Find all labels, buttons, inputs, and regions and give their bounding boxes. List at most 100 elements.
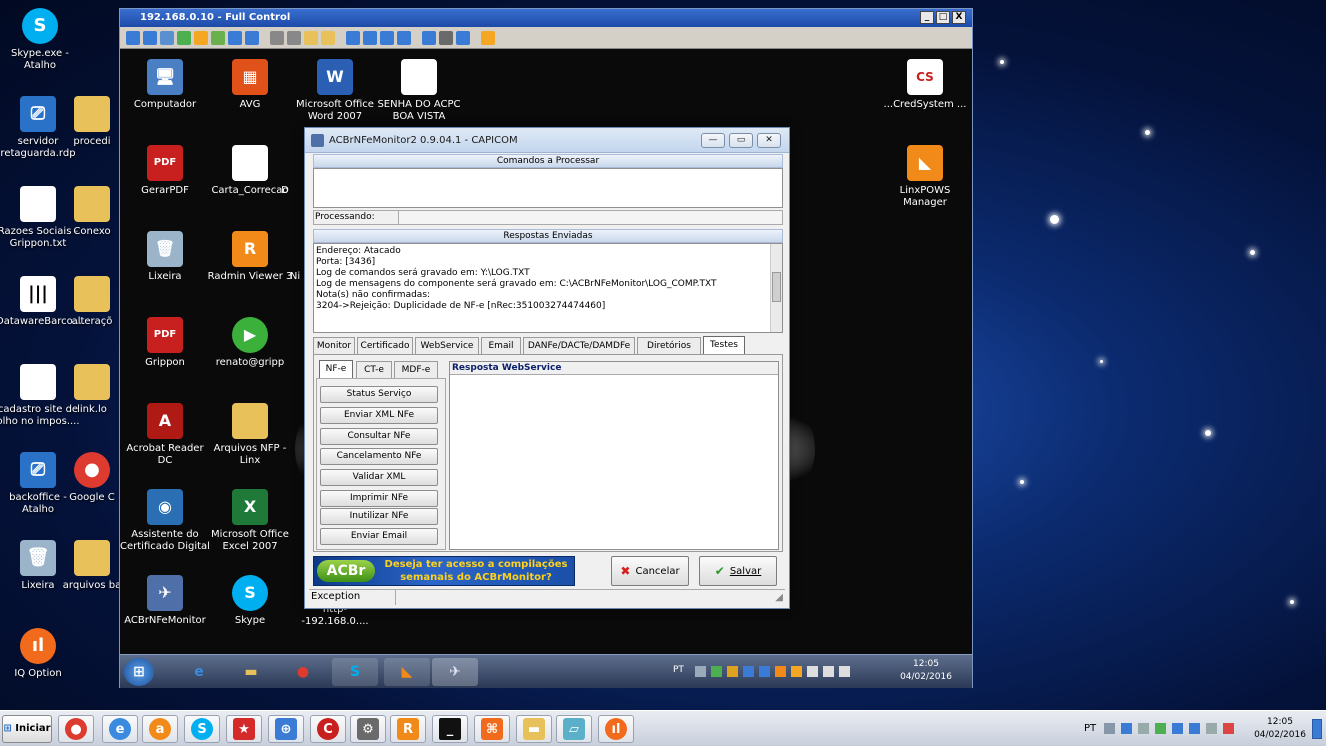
remote-icon-computador[interactable]: 🖥 Computador bbox=[120, 59, 210, 111]
color-icon[interactable] bbox=[380, 30, 394, 45]
monitor-icon[interactable] bbox=[1121, 723, 1132, 734]
acbr-close-button[interactable]: ✕ bbox=[757, 133, 781, 148]
desktop-icon-skype[interactable]: S Skype.exe - Atalho bbox=[0, 8, 82, 72]
remote-icon-arquivos-nfp[interactable]: Arquivos NFP - Linx bbox=[205, 403, 295, 467]
shield-icon[interactable] bbox=[711, 666, 722, 677]
remote-icon-excel[interactable]: X Microsoft Office Excel 2007 bbox=[205, 489, 295, 553]
inutilizar-button[interactable]: Inutilizar NFe bbox=[320, 508, 438, 525]
skype-icon[interactable]: S bbox=[332, 658, 378, 686]
taskbar-app-network[interactable]: ⊕ bbox=[268, 715, 304, 743]
show-desktop-button[interactable] bbox=[1312, 719, 1322, 739]
start-button[interactable]: ⊞ Iniciar bbox=[2, 715, 52, 743]
taskbar-chrome[interactable]: ● bbox=[58, 715, 94, 743]
enviar-xml-button[interactable]: Enviar XML NFe bbox=[320, 407, 438, 424]
flag-icon[interactable] bbox=[1138, 723, 1149, 734]
screenshot-icon[interactable] bbox=[456, 30, 470, 45]
ws-response-text[interactable] bbox=[450, 375, 778, 549]
lock-icon[interactable] bbox=[270, 30, 284, 45]
close-button[interactable]: X bbox=[952, 11, 966, 24]
shutdown-icon[interactable] bbox=[194, 30, 208, 45]
ie-icon[interactable]: e bbox=[176, 658, 222, 686]
consultar-nfe-button[interactable]: Consultar NFe bbox=[320, 428, 438, 445]
remote-icon-lixeira[interactable]: 🗑 Lixeira bbox=[120, 231, 210, 283]
taskbar-xampp[interactable]: ⌘ bbox=[474, 715, 510, 743]
monitor-icon[interactable] bbox=[743, 666, 754, 677]
full-control-icon[interactable] bbox=[126, 30, 140, 45]
voice-chat-icon[interactable] bbox=[228, 30, 242, 45]
status-servico-button[interactable]: Status Serviço bbox=[320, 386, 438, 403]
remote-lang-indicator[interactable]: PT bbox=[673, 665, 684, 675]
scroll-thumb[interactable] bbox=[772, 272, 781, 302]
subtab-mdfe[interactable]: MDF-e bbox=[394, 361, 438, 379]
volume-icon[interactable] bbox=[1223, 723, 1234, 734]
security-icon[interactable] bbox=[775, 666, 786, 677]
cancelamento-button[interactable]: Cancelamento NFe bbox=[320, 448, 438, 465]
remote-icon-acbrnfe[interactable]: ✈ ACBrNFeMonitor bbox=[120, 575, 210, 627]
acbr-maximize-button[interactable]: ▭ bbox=[729, 133, 753, 148]
desktop-icon-iqoption[interactable]: ıl IQ Option bbox=[0, 628, 80, 680]
desktop-icon-chrome[interactable]: ● Google C bbox=[62, 452, 122, 504]
desktop-icon-link[interactable]: link.lo bbox=[62, 364, 122, 416]
tab-monitor[interactable]: Monitor bbox=[313, 337, 355, 355]
remote-icon-linxpows[interactable]: ◣ LinxPOWS Manager bbox=[880, 145, 970, 209]
taskbar-app-tools[interactable]: ⚙ bbox=[350, 715, 386, 743]
desktop-icon-conexo[interactable]: Conexo bbox=[62, 186, 122, 238]
acbr-titlebar[interactable]: ACBrNFeMonitor2 0.9.04.1 - CAPICOM — ▭ ✕ bbox=[305, 128, 789, 153]
warning-icon[interactable] bbox=[791, 666, 802, 677]
clock[interactable]: 12:05 04/02/2016 bbox=[1250, 716, 1310, 742]
remote-clock[interactable]: 12:05 04/02/2016 bbox=[896, 658, 956, 684]
taskbar-avast[interactable]: a bbox=[142, 715, 178, 743]
volume-icon[interactable] bbox=[839, 666, 850, 677]
message-icon[interactable] bbox=[245, 30, 259, 45]
remote-icon-grippon[interactable]: PDF Grippon bbox=[120, 317, 210, 369]
subtab-nfe[interactable]: NF-e bbox=[319, 360, 353, 378]
network-icon[interactable] bbox=[1172, 723, 1183, 734]
remote-icon-renato[interactable]: ▶ renato@gripp bbox=[205, 317, 295, 369]
remote-icon-word[interactable]: W Microsoft Office Word 2007 bbox=[290, 59, 380, 123]
remote-icon-avg[interactable]: ▦ AVG bbox=[205, 59, 295, 111]
tools-icon[interactable] bbox=[439, 30, 453, 45]
explorer-icon[interactable]: ▬ bbox=[228, 658, 274, 686]
connection-icon[interactable] bbox=[823, 666, 834, 677]
shield-icon[interactable] bbox=[1155, 723, 1166, 734]
taskbar-ie[interactable]: e bbox=[102, 715, 138, 743]
remote-icon-senha[interactable]: SENHA DO ACPC BOA VISTA bbox=[374, 59, 464, 123]
acbr-minimize-button[interactable]: — bbox=[701, 133, 725, 148]
clipboard-icon[interactable] bbox=[321, 30, 335, 45]
taskbar-iqoption[interactable]: ıl bbox=[598, 715, 634, 743]
view-only-icon[interactable] bbox=[143, 30, 157, 45]
keyboard-icon[interactable] bbox=[1104, 723, 1115, 734]
responses-scrollbar[interactable] bbox=[770, 244, 782, 332]
network-icon[interactable] bbox=[287, 30, 301, 45]
taskbar-skype[interactable]: S bbox=[184, 715, 220, 743]
responses-textarea[interactable]: Endereço: Atacado Porta: [3436] Log de c… bbox=[313, 243, 783, 333]
update-icon[interactable] bbox=[759, 666, 770, 677]
taskbar-app-window[interactable]: ▱ bbox=[556, 715, 592, 743]
scale-icon[interactable] bbox=[363, 30, 377, 45]
maximize-button[interactable]: □ bbox=[936, 11, 950, 24]
enviar-email-button[interactable]: Enviar Email bbox=[320, 528, 438, 545]
network-icon[interactable] bbox=[727, 666, 738, 677]
tab-certificado[interactable]: Certificado bbox=[357, 337, 413, 355]
desktop-icon-procedi[interactable]: procedi bbox=[62, 96, 122, 148]
tab-email[interactable]: Email bbox=[481, 337, 521, 355]
desktop-icon-arquivos[interactable]: arquivos ba bbox=[62, 540, 122, 592]
remote-icon-d[interactable]: D bbox=[270, 145, 300, 197]
flag-icon[interactable] bbox=[807, 666, 818, 677]
minimize-button[interactable]: _ bbox=[920, 11, 934, 24]
resize-grip-icon[interactable]: ◢ bbox=[775, 592, 783, 603]
validar-xml-button[interactable]: Validar XML bbox=[320, 469, 438, 486]
settings-icon[interactable] bbox=[422, 30, 436, 45]
remote-icon-skype[interactable]: S Skype bbox=[205, 575, 295, 627]
taskbar-cmd[interactable]: _ bbox=[432, 715, 468, 743]
telnet-icon[interactable] bbox=[160, 30, 174, 45]
taskbar-ccleaner[interactable]: C bbox=[310, 715, 346, 743]
acbr-monitor-window[interactable]: ACBrNFeMonitor2 0.9.04.1 - CAPICOM — ▭ ✕… bbox=[304, 127, 790, 609]
update-icon[interactable] bbox=[1189, 723, 1200, 734]
tab-danfe[interactable]: DANFe/DACTe/DAMDFe bbox=[523, 337, 635, 355]
remote-icon-gerarpdf[interactable]: PDF GerarPDF bbox=[120, 145, 210, 197]
chat-icon[interactable] bbox=[211, 30, 225, 45]
file-transfer-icon[interactable] bbox=[177, 30, 191, 45]
taskbar-radmin[interactable]: R bbox=[390, 715, 426, 743]
subtab-cte[interactable]: CT-e bbox=[356, 361, 392, 379]
